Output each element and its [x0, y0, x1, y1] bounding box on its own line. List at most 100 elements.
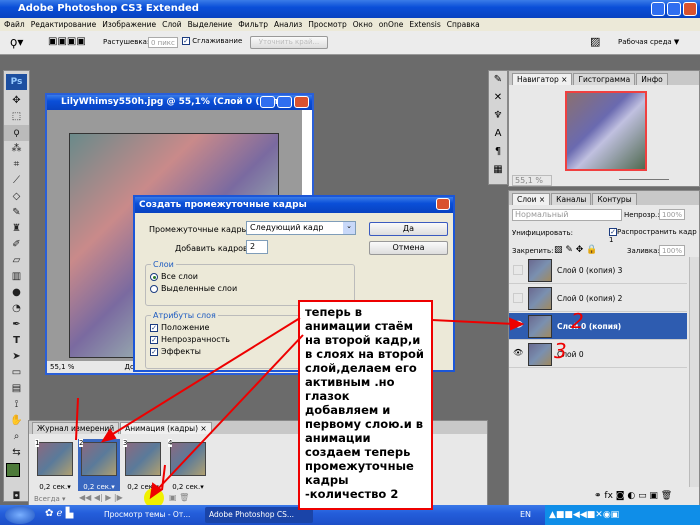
loop-dropdown[interactable]: Всегда ▾: [34, 495, 66, 503]
visibility-toggle[interactable]: [513, 293, 523, 303]
move-tool-icon[interactable]: ✥: [4, 93, 29, 109]
animation-frame[interactable]: 1 0,2 сек.▾: [34, 439, 76, 491]
animation-frame[interactable]: 3 0,2 сек.▾: [122, 439, 164, 491]
path-select-icon[interactable]: ➤: [4, 349, 29, 365]
visibility-toggle[interactable]: [513, 265, 523, 275]
shape-tool-icon[interactable]: ▭: [4, 365, 29, 381]
type-tool-icon[interactable]: T: [4, 333, 29, 349]
selected-layers-radio[interactable]: Выделенные слои: [150, 284, 350, 293]
tab-animation-frames[interactable]: Анимация (кадры) ×: [120, 422, 212, 434]
menu-onone[interactable]: onOne: [379, 18, 404, 31]
lasso-tool-icon[interactable]: ϙ: [4, 125, 29, 141]
paragraph-icon[interactable]: ¶: [489, 143, 507, 161]
propagate-checkbox[interactable]: ✓Распространить кадр 1: [609, 228, 699, 244]
menu-extensis[interactable]: Extensis: [409, 18, 440, 31]
antialias-checkbox[interactable]: ✓ Сглаживание: [182, 37, 242, 45]
doc-zoom-field[interactable]: 55,1 %: [50, 363, 74, 371]
marquee-tool-icon[interactable]: ⬚: [4, 109, 29, 125]
crop-tool-icon[interactable]: ⌗: [4, 157, 29, 173]
menu-edit[interactable]: Редактирование: [31, 18, 96, 31]
taskbar-item-active[interactable]: Adobe Photoshop CS...: [205, 507, 313, 523]
menu-layer[interactable]: Слой: [162, 18, 182, 31]
all-layers-radio[interactable]: Все слои: [150, 272, 350, 281]
swap-colors-icon[interactable]: ⇆: [4, 445, 29, 461]
tray-icons[interactable]: ▲■■◀◀■✕◉▣: [545, 510, 619, 520]
healing-brush-icon[interactable]: ◇: [4, 189, 29, 205]
navigator-thumbnail[interactable]: [565, 91, 647, 171]
menu-analysis[interactable]: Анализ: [274, 18, 302, 31]
eraser-icon[interactable]: ▱: [4, 253, 29, 269]
frame-delay[interactable]: 0,2 сек.▾: [34, 483, 76, 491]
brush-tool-icon[interactable]: ✎: [4, 205, 29, 221]
refine-edge-button[interactable]: Уточнить край...: [250, 36, 328, 49]
quick-launch-icons[interactable]: ✿ ℯ ▙: [45, 508, 73, 519]
animation-frame-selected[interactable]: 2 0,2 сек.▾: [78, 439, 120, 491]
frame-buttons[interactable]: ▣ 🗑: [169, 493, 189, 502]
maximize-button[interactable]: [667, 2, 681, 16]
opacity-input[interactable]: 100%: [659, 209, 686, 220]
eye-icon[interactable]: 👁: [513, 349, 523, 359]
layer-row[interactable]: Слой 0 (копия) 2: [509, 285, 687, 312]
eye-icon[interactable]: 👁: [513, 321, 523, 331]
clone-stamp-icon[interactable]: ♜: [4, 221, 29, 237]
layers-scrollbar[interactable]: [689, 257, 699, 487]
brushes-icon[interactable]: ✎: [489, 71, 507, 89]
tools-presets-icon[interactable]: ✕: [489, 89, 507, 107]
dialog-close-button[interactable]: [436, 198, 450, 210]
file-browser-icon[interactable]: ▨: [590, 35, 600, 48]
frame-delay[interactable]: 0,2 сек.▾: [167, 483, 209, 491]
eyedropper-icon[interactable]: ⟟: [4, 397, 29, 413]
frame-delay[interactable]: 0,2 сек.▾: [78, 483, 120, 491]
color-swatches[interactable]: [4, 461, 29, 489]
menu-help[interactable]: Справка: [447, 18, 480, 31]
layer-row[interactable]: 👁 Слой 0: [509, 341, 687, 368]
notes-icon[interactable]: ▤: [4, 381, 29, 397]
menu-view[interactable]: Просмотр: [308, 18, 347, 31]
zoom-tool-icon[interactable]: ⌕: [4, 429, 29, 445]
hand-tool-icon[interactable]: ✋: [4, 413, 29, 429]
slice-tool-icon[interactable]: ⟋: [4, 173, 29, 189]
cancel-button[interactable]: Отмена: [369, 241, 448, 255]
tab-histogram[interactable]: Гистограмма: [573, 73, 636, 85]
tab-channels[interactable]: Каналы: [551, 193, 592, 205]
ok-button[interactable]: Да: [369, 222, 448, 236]
character-icon[interactable]: A: [489, 125, 507, 143]
taskbar-item[interactable]: Просмотр темы - От...: [100, 507, 195, 523]
selection-mode-icons[interactable]: ▣▣▣▣: [48, 36, 86, 47]
lasso-tool-icon[interactable]: ϙ▾: [10, 35, 23, 49]
feather-input[interactable]: 0 пикс: [148, 37, 178, 48]
menu-window[interactable]: Окно: [353, 18, 373, 31]
clone-source-icon[interactable]: ♆: [489, 107, 507, 125]
layer-row[interactable]: Слой 0 (копия) 3: [509, 257, 687, 284]
tab-layers[interactable]: Слои ×: [512, 193, 551, 205]
minimize-button[interactable]: [651, 2, 665, 16]
navigator-zoom-slider[interactable]: [619, 179, 669, 180]
magic-wand-icon[interactable]: ⁂: [4, 141, 29, 157]
animation-frame[interactable]: 4 0,2 сек.▾: [167, 439, 209, 491]
layer-row-selected[interactable]: 👁 Слой 0 (копия): [509, 313, 687, 340]
tab-navigator[interactable]: Навигатор ×: [512, 73, 573, 85]
layer-bottom-icons[interactable]: ⚭ fx ◙ ◐ ▭ ▣ 🗑: [594, 491, 672, 501]
workspace-dropdown[interactable]: Рабочая среда ▼: [618, 38, 679, 46]
dodge-icon[interactable]: ◔: [4, 301, 29, 317]
tween-dropdown[interactable]: Следующий кадр ⌄: [246, 221, 356, 235]
gradient-icon[interactable]: ▥: [4, 269, 29, 285]
doc-minimize-button[interactable]: [260, 96, 275, 108]
menu-filter[interactable]: Фильтр: [238, 18, 268, 31]
quick-mask-icon[interactable]: ◘: [4, 489, 29, 505]
blur-icon[interactable]: ●: [4, 285, 29, 301]
history-brush-icon[interactable]: ✐: [4, 237, 29, 253]
lock-icons[interactable]: ▨ ✎ ✥ 🔒: [554, 245, 597, 255]
doc-close-button[interactable]: [294, 96, 309, 108]
layer-comps-icon[interactable]: ▦: [489, 161, 507, 179]
tab-measurement-log[interactable]: Журнал измерений: [32, 422, 120, 434]
navigator-zoom-field[interactable]: 55,1 %: [512, 175, 552, 186]
menu-image[interactable]: Изображение: [102, 18, 156, 31]
tab-info[interactable]: Инфо: [636, 73, 668, 85]
add-frames-input[interactable]: 2: [246, 240, 268, 254]
playback-controls[interactable]: ◀◀ ◀| ▶ |▶: [79, 493, 123, 502]
tab-paths[interactable]: Контуры: [592, 193, 637, 205]
start-button[interactable]: [5, 506, 35, 524]
menu-file[interactable]: Файл: [4, 18, 25, 31]
fill-input[interactable]: 100%: [659, 245, 686, 256]
